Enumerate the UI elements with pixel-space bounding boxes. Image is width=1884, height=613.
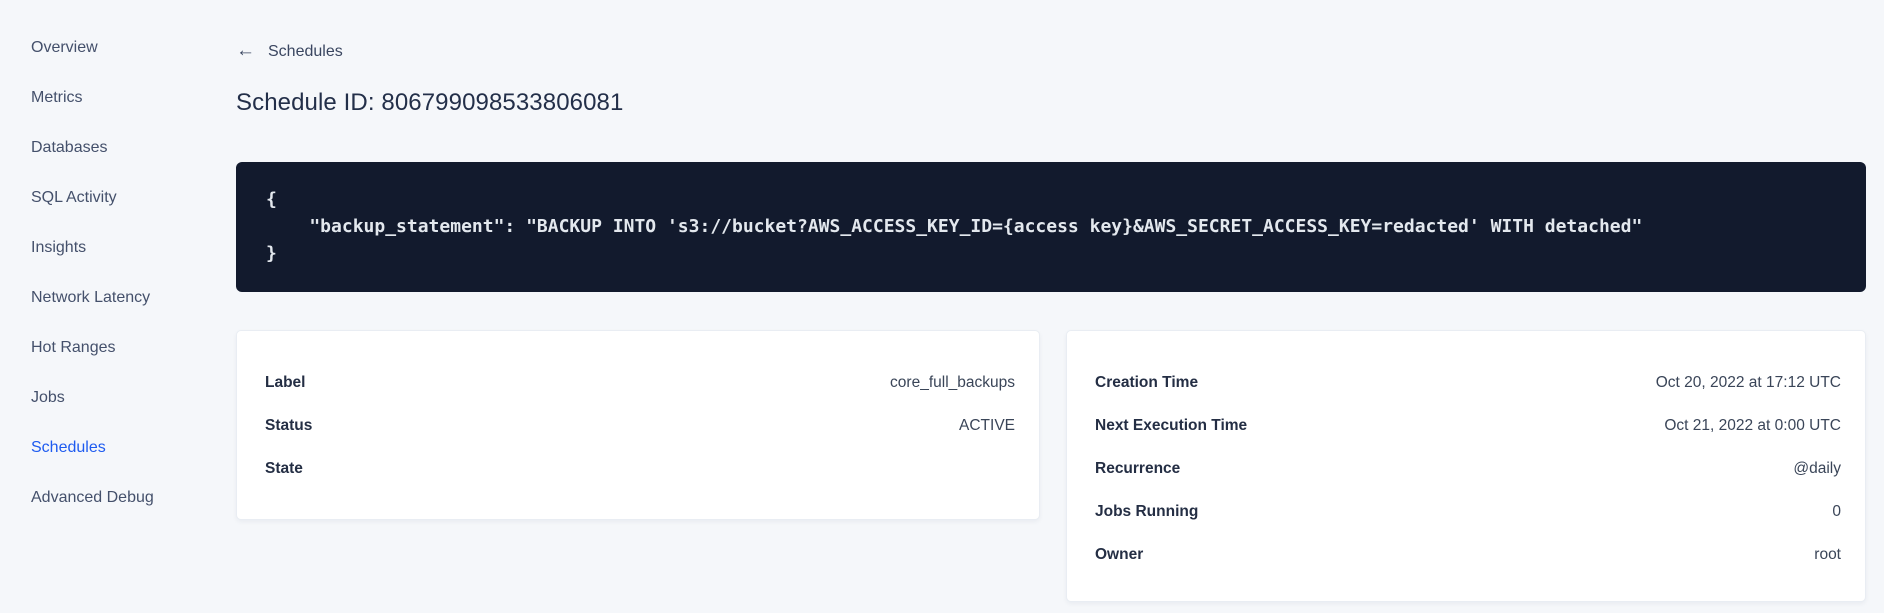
detail-row-jobs-running: Jobs Running 0: [1095, 490, 1841, 533]
sidebar-item-sql-activity[interactable]: SQL Activity: [0, 173, 236, 223]
detail-row-value: Oct 20, 2022 at 17:12 UTC: [1655, 373, 1841, 391]
sidebar-item-schedules[interactable]: Schedules: [0, 423, 236, 473]
detail-row-key: Creation Time: [1095, 373, 1199, 391]
sidebar-item-label: Advanced Debug: [31, 489, 154, 506]
page-title: Schedule ID: 806799098533806081: [236, 89, 624, 116]
detail-row-value: @daily: [1793, 459, 1841, 477]
sidebar-item-label: Schedules: [31, 439, 106, 456]
back-to-schedules-link[interactable]: ← Schedules: [236, 40, 343, 61]
sidebar-item-label: Jobs: [31, 389, 65, 406]
detail-row-value: core_full_backups: [890, 373, 1015, 391]
detail-row-key: State: [265, 459, 303, 477]
detail-row-label: Label core_full_backups: [265, 361, 1015, 404]
sidebar-item-label: Overview: [31, 39, 98, 56]
back-arrow-icon: ←: [236, 40, 255, 61]
sidebar-item-hot-ranges[interactable]: Hot Ranges: [0, 323, 236, 373]
detail-row-value: ACTIVE: [959, 416, 1015, 434]
sidebar-item-label: Hot Ranges: [31, 339, 116, 356]
sidebar-nav: Overview Metrics Databases SQL Activity …: [0, 23, 236, 523]
sidebar-item-databases[interactable]: Databases: [0, 123, 236, 173]
detail-row-key: Label: [265, 373, 306, 391]
code-line: {: [266, 189, 277, 210]
detail-row-value: 0: [1832, 502, 1841, 520]
detail-row-recurrence: Recurrence @daily: [1095, 447, 1841, 490]
sidebar-item-network-latency[interactable]: Network Latency: [0, 273, 236, 323]
detail-row-owner: Owner root: [1095, 533, 1841, 576]
detail-row-value: Oct 21, 2022 at 0:00 UTC: [1664, 416, 1841, 434]
detail-row-key: Jobs Running: [1095, 502, 1199, 520]
sidebar-item-label: Insights: [31, 239, 87, 256]
sidebar-item-label: Databases: [31, 139, 108, 156]
detail-cards: Label core_full_backups Status ACTIVE St…: [236, 330, 1866, 602]
backup-statement-code-block: { "backup_statement": "BACKUP INTO 's3:/…: [236, 162, 1866, 292]
sidebar-item-label: SQL Activity: [31, 189, 117, 206]
detail-row-state: State: [265, 447, 1015, 490]
schedule-summary-card: Label core_full_backups Status ACTIVE St…: [236, 330, 1040, 520]
main-content: ← Schedules Schedule ID: 806799098533806…: [236, 0, 1866, 602]
detail-row-key: Owner: [1095, 545, 1144, 563]
detail-row-creation-time: Creation Time Oct 20, 2022 at 17:12 UTC: [1095, 361, 1841, 404]
sidebar-item-overview[interactable]: Overview: [0, 23, 236, 73]
sidebar-item-metrics[interactable]: Metrics: [0, 73, 236, 123]
sidebar-item-label: Metrics: [31, 89, 83, 106]
detail-row-next-execution-time: Next Execution Time Oct 21, 2022 at 0:00…: [1095, 404, 1841, 447]
detail-row-key: Next Execution Time: [1095, 416, 1248, 434]
sidebar-item-jobs[interactable]: Jobs: [0, 373, 236, 423]
detail-row-status: Status ACTIVE: [265, 404, 1015, 447]
detail-row-key: Recurrence: [1095, 459, 1181, 477]
sidebar-item-advanced-debug[interactable]: Advanced Debug: [0, 473, 236, 523]
back-link-label: Schedules: [268, 42, 343, 60]
sidebar-item-label: Network Latency: [31, 289, 151, 306]
code-line: }: [266, 243, 277, 264]
detail-row-value: root: [1814, 545, 1841, 563]
sidebar-item-insights[interactable]: Insights: [0, 223, 236, 273]
detail-row-key: Status: [265, 416, 313, 434]
schedule-timing-card: Creation Time Oct 20, 2022 at 17:12 UTC …: [1066, 330, 1866, 602]
code-line: "backup_statement": "BACKUP INTO 's3://b…: [266, 216, 1643, 237]
